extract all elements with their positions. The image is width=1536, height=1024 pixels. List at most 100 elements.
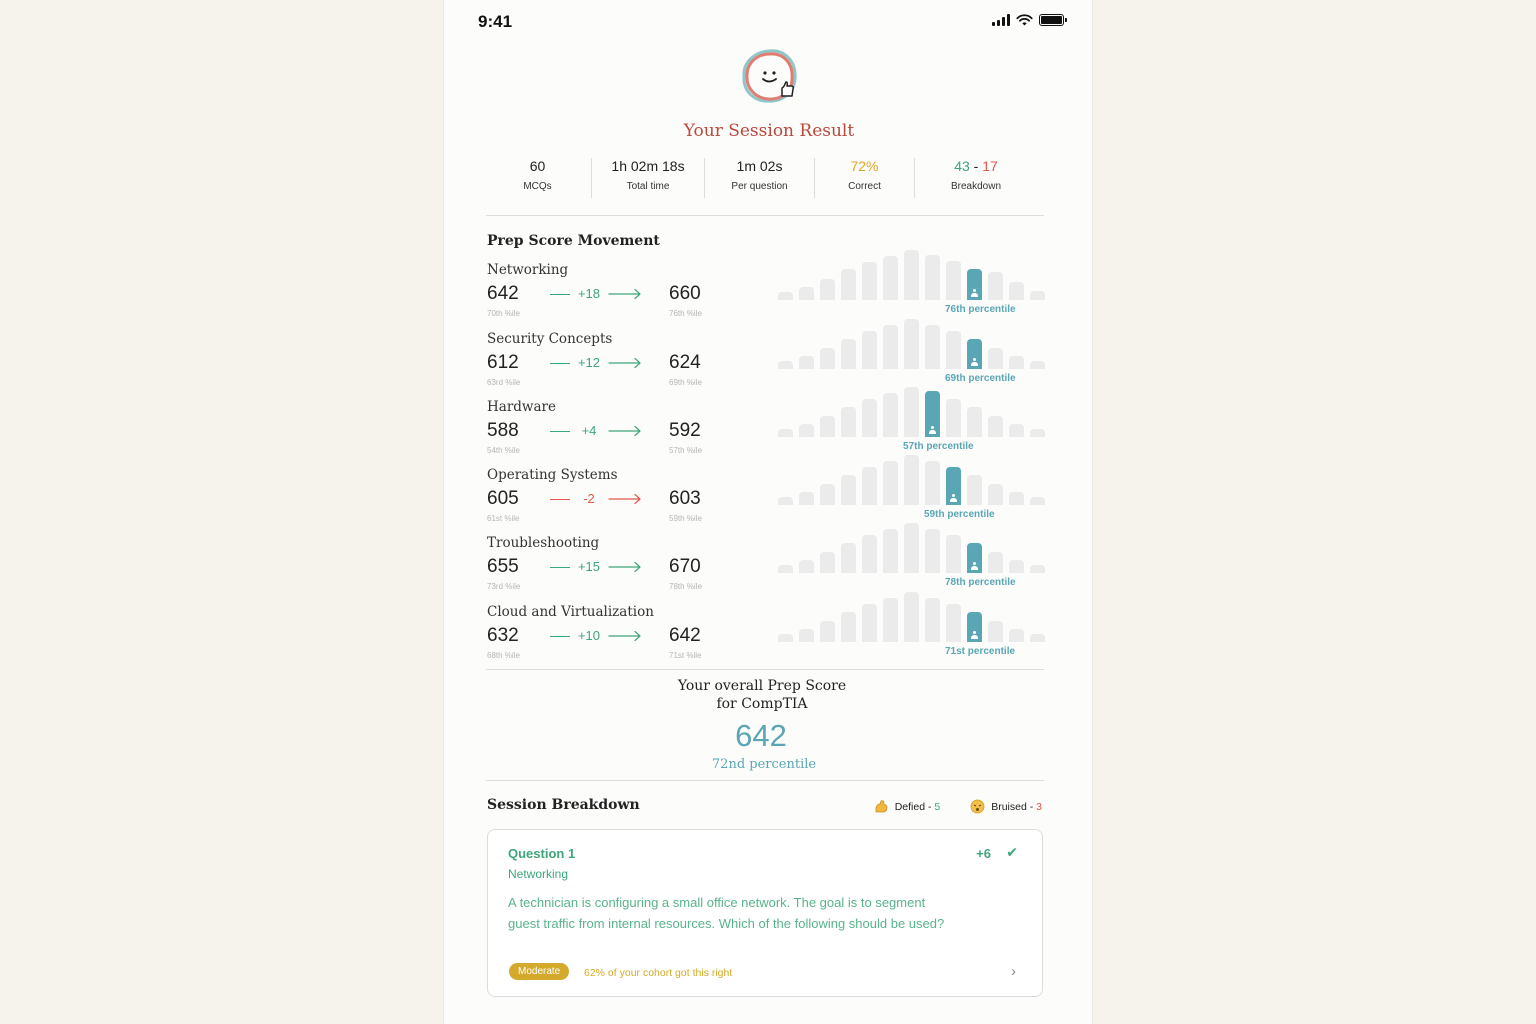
distribution-bar (841, 612, 856, 642)
distribution-bar (883, 529, 898, 573)
distribution-bar (820, 484, 835, 505)
distribution-bar (1009, 424, 1024, 437)
distribution-bar (820, 348, 835, 369)
percentile-before: 63rd %ile (487, 378, 521, 387)
question-score-delta: +6 (976, 846, 991, 861)
distribution-bar-you (967, 612, 982, 642)
percentile-after: 71st %ile (669, 651, 702, 660)
cellular-signal-icon (992, 14, 1010, 26)
distribution-bar (862, 262, 877, 300)
distribution-bar (820, 416, 835, 437)
score-delta: +4 (581, 423, 597, 438)
percentile-distribution-chart (778, 521, 1046, 573)
distribution-bar (799, 424, 814, 437)
percentile-distribution-chart (778, 385, 1046, 437)
legend-bruised: Bruised - 3 (970, 799, 1042, 814)
person-icon (950, 494, 957, 502)
distribution-bar-you (946, 467, 961, 505)
distribution-bar (799, 287, 814, 300)
percentile-label: 69th percentile (945, 373, 1016, 384)
topic-name: Troubleshooting (487, 535, 600, 551)
chevron-right-icon[interactable]: › (1011, 963, 1016, 980)
distribution-bar (841, 339, 856, 369)
wrong-count: 17 (982, 158, 998, 174)
legend-bruised-text: Bruised - 3 (991, 801, 1042, 813)
arrow-right-icon (608, 561, 641, 573)
battery-icon (1039, 14, 1067, 26)
score-before: 642 (487, 283, 519, 304)
distribution-bar (799, 629, 814, 642)
stat-correct: 72% Correct (815, 158, 915, 198)
score-before: 605 (487, 488, 519, 509)
legend-bruised-label: Bruised - (991, 800, 1037, 813)
distribution-bar (904, 592, 919, 642)
distribution-bar (988, 416, 1003, 437)
percentile-label: 57th percentile (903, 441, 974, 452)
delta-line (550, 363, 570, 364)
distribution-bar (883, 393, 898, 437)
person-icon (971, 562, 978, 570)
score-delta: -2 (583, 491, 595, 506)
distribution-bar (799, 560, 814, 573)
percentile-after: 69th %ile (669, 378, 702, 387)
person-icon (971, 358, 978, 366)
distribution-bar (778, 565, 793, 573)
distribution-bar (778, 292, 793, 300)
delta-line (550, 431, 570, 432)
distribution-bar (1009, 492, 1024, 505)
check-icon: ✔ (1006, 844, 1018, 860)
percentile-after: 76th %ile (669, 309, 702, 318)
distribution-bar (883, 325, 898, 369)
percentile-before: 70th %ile (487, 309, 520, 318)
distribution-bar (946, 261, 961, 300)
arrow-right-icon (608, 425, 641, 437)
distribution-bar (904, 250, 919, 300)
percentile-distribution-chart (778, 317, 1046, 369)
legend-defied-text: Defied - 5 (895, 801, 941, 813)
distribution-bar (799, 492, 814, 505)
legend-defied: Defied - 5 (874, 799, 941, 814)
distribution-bar (841, 269, 856, 300)
cohort-stat: 62% of your cohort got this right (584, 967, 733, 979)
score-after: 660 (669, 283, 701, 304)
distribution-bar (862, 604, 877, 642)
score-after: 642 (669, 625, 701, 646)
distribution-bar-you (967, 543, 982, 573)
question-card[interactable]: Question 1 +6 ✔ Networking A technician … (487, 829, 1043, 997)
percentile-before: 68th %ile (487, 651, 520, 660)
distribution-bar (946, 535, 961, 573)
question-topic: Networking (508, 867, 569, 881)
distribution-bar (1030, 497, 1045, 505)
legend-defied-count: 5 (934, 800, 941, 813)
score-before: 588 (487, 420, 519, 441)
phone-screen: 9:41 Your Session Result 60 MCQs 1h 02m (443, 0, 1093, 1024)
stat-total-time: 1h 02m 18s Total time (592, 158, 705, 198)
stat-label: Per question (731, 181, 788, 192)
distribution-bar (841, 407, 856, 437)
percentile-before: 61st %ile (487, 514, 520, 523)
distribution-bar (1009, 356, 1024, 369)
breakdown-legend: Defied - 5 Bruised - 3 (874, 799, 1042, 814)
delta-line (550, 567, 570, 568)
topic-name: Cloud and Virtualization (487, 604, 654, 620)
score-delta: +18 (577, 286, 601, 301)
prep-score-title: Prep Score Movement (487, 233, 660, 249)
distribution-bar (904, 455, 919, 505)
score-before: 655 (487, 556, 519, 577)
divider (486, 780, 1044, 781)
overall-caption: Your overall Prep Score for CompTIA (444, 677, 1080, 713)
percentile-after: 59th %ile (669, 514, 702, 523)
breakdown-separator: - (969, 158, 983, 174)
distribution-bar-you (925, 391, 940, 437)
session-breakdown-title: Session Breakdown (487, 797, 640, 813)
distribution-bar (988, 552, 1003, 573)
percentile-after: 57th %ile (669, 446, 702, 455)
distribution-bar (946, 331, 961, 369)
stat-value: 60 (529, 158, 546, 174)
distribution-bar (904, 319, 919, 369)
topic-name: Networking (487, 262, 569, 278)
topic-name: Hardware (487, 399, 556, 415)
stat-value: 43 - 17 (915, 158, 1037, 174)
arrow-right-icon (608, 357, 641, 369)
topic-name: Operating Systems (487, 467, 618, 483)
